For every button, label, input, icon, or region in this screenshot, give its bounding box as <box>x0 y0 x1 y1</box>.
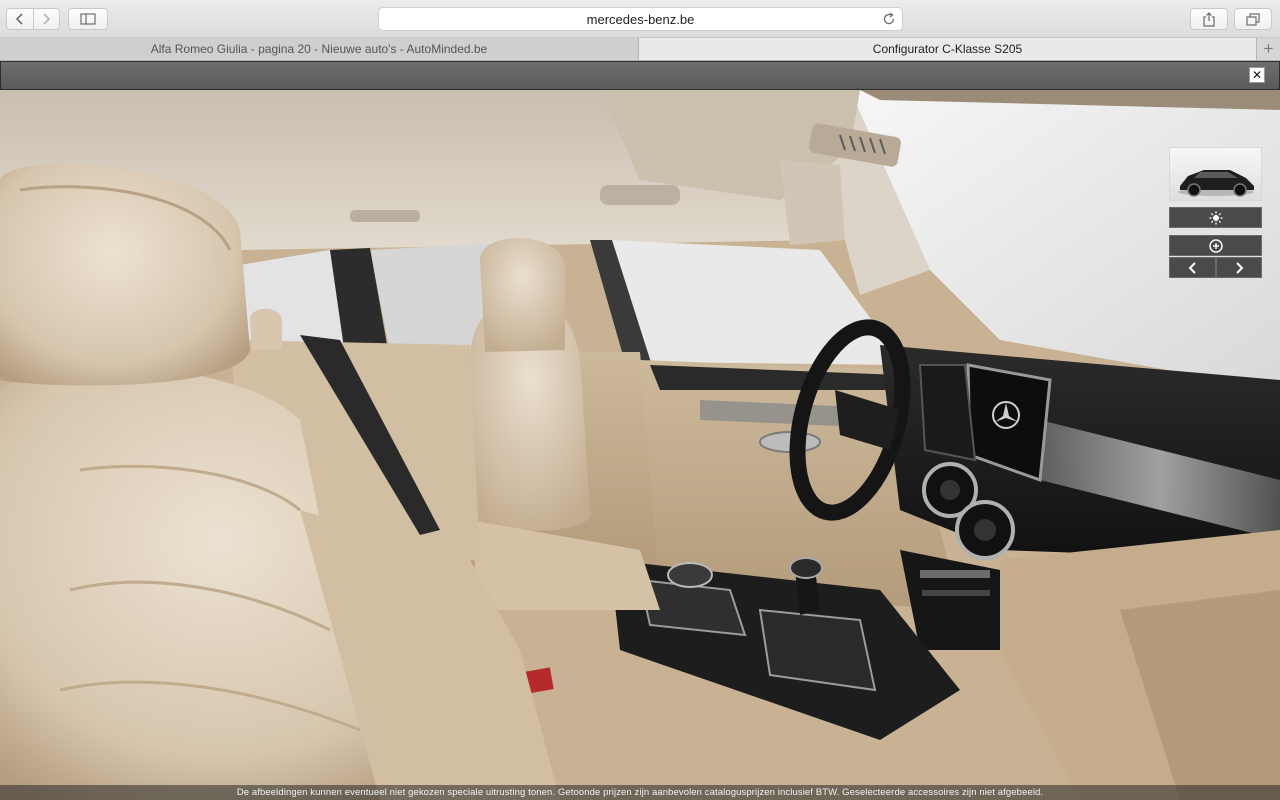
car-thumbnail-image <box>1178 170 1254 197</box>
overlay-header: ✕ <box>0 61 1280 90</box>
tab-bar: Alfa Romeo Giulia - pagina 20 - Nieuwe a… <box>0 38 1280 61</box>
chevron-right-icon <box>1236 261 1244 274</box>
browser-toolbar: mercedes-benz.be <box>0 0 1280 38</box>
previous-view-button[interactable] <box>1169 257 1216 278</box>
disclaimer-bar: De afbeeldingen kunnen eventueel niet ge… <box>0 785 1280 800</box>
reload-icon <box>883 12 895 25</box>
sun-icon <box>1209 211 1222 224</box>
sidebar-button[interactable] <box>68 8 108 30</box>
tab-title: Alfa Romeo Giulia - pagina 20 - Nieuwe a… <box>150 42 488 56</box>
plus-icon: + <box>1263 39 1274 58</box>
reload-button[interactable] <box>882 12 896 29</box>
chevron-left-icon <box>15 13 23 25</box>
share-button[interactable] <box>1190 8 1228 30</box>
navigation-buttons <box>6 8 60 30</box>
sidebar-icon <box>80 13 96 25</box>
address-bar[interactable]: mercedes-benz.be <box>378 7 903 31</box>
chevron-right-icon <box>43 13 51 25</box>
tab-autominded[interactable]: Alfa Romeo Giulia - pagina 20 - Nieuwe a… <box>0 38 639 60</box>
url-text: mercedes-benz.be <box>586 11 695 27</box>
back-button[interactable] <box>7 9 34 29</box>
zoom-plus-icon <box>1208 238 1223 253</box>
next-view-button[interactable] <box>1216 257 1262 278</box>
close-button[interactable]: ✕ <box>1249 67 1265 83</box>
tabs-overview-button[interactable] <box>1234 8 1272 30</box>
tab-configurator[interactable]: Configurator C-Klasse S205 <box>639 38 1256 60</box>
tabs-overview-icon <box>1246 12 1260 26</box>
lighting-toggle-button[interactable] <box>1169 207 1262 228</box>
zoom-button[interactable] <box>1169 235 1262 256</box>
interior-view[interactable] <box>0 90 1280 800</box>
close-icon: ✕ <box>1251 68 1263 82</box>
new-tab-button[interactable]: + <box>1256 38 1280 60</box>
tab-title: Configurator C-Klasse S205 <box>872 42 1023 56</box>
share-icon <box>1203 11 1215 27</box>
chevron-left-icon <box>1188 261 1196 274</box>
exterior-thumbnail[interactable] <box>1169 147 1262 201</box>
forward-button[interactable] <box>34 9 60 29</box>
disclaimer-text: De afbeeldingen kunnen eventueel niet ge… <box>236 787 1044 798</box>
car-interior-image <box>0 90 1280 800</box>
